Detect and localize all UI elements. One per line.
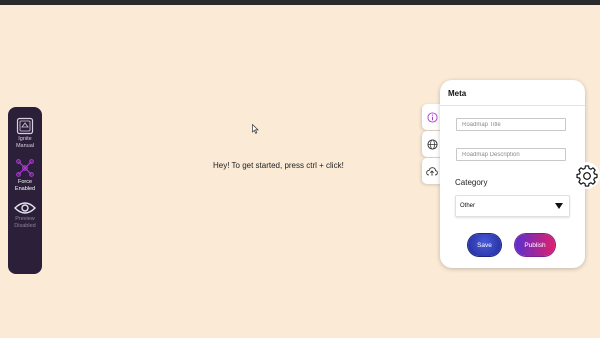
force-mode-button[interactable]: Force Enabled — [15, 158, 35, 192]
side-tabs — [422, 104, 442, 185]
graph-icon — [16, 159, 34, 177]
top-bar — [0, 0, 600, 5]
tab-network[interactable] — [422, 131, 442, 157]
save-button[interactable]: Save — [468, 234, 501, 256]
tab-info[interactable] — [422, 104, 442, 130]
manual-mode-button[interactable]: Ignite Manual — [16, 117, 34, 149]
meta-panel-title: Meta — [448, 89, 467, 98]
tool-rail: Ignite Manual Force Enabled Preview Disa… — [8, 107, 42, 274]
manual-label: Ignite Manual — [15, 136, 35, 149]
category-label: Category — [455, 178, 488, 187]
publish-button[interactable]: Publish — [515, 234, 555, 256]
meta-panel: Meta Category Other Save Publish — [440, 80, 585, 268]
globe-icon — [426, 138, 438, 150]
mouse-cursor-icon — [252, 124, 259, 134]
eye-icon — [14, 202, 36, 214]
info-icon — [426, 111, 438, 123]
force-label: Force Enabled — [14, 179, 36, 192]
gear-icon — [575, 164, 598, 187]
category-select[interactable]: Other — [455, 195, 570, 217]
meta-divider — [440, 105, 585, 106]
map-icon — [16, 117, 34, 135]
roadmap-title-input[interactable] — [456, 118, 566, 131]
category-selected-value: Other — [460, 203, 476, 209]
canvas-hint: Hey! To get started, press ctrl + click! — [213, 161, 344, 170]
caret-down-icon — [555, 203, 563, 209]
roadmap-description-input[interactable] — [456, 148, 566, 161]
preview-label: Preview Disabled — [14, 216, 36, 229]
settings-button[interactable] — [573, 162, 600, 189]
preview-mode-button[interactable]: Preview Disabled — [14, 201, 36, 229]
tab-upload[interactable] — [422, 158, 442, 184]
cloud-upload-icon — [426, 166, 438, 176]
